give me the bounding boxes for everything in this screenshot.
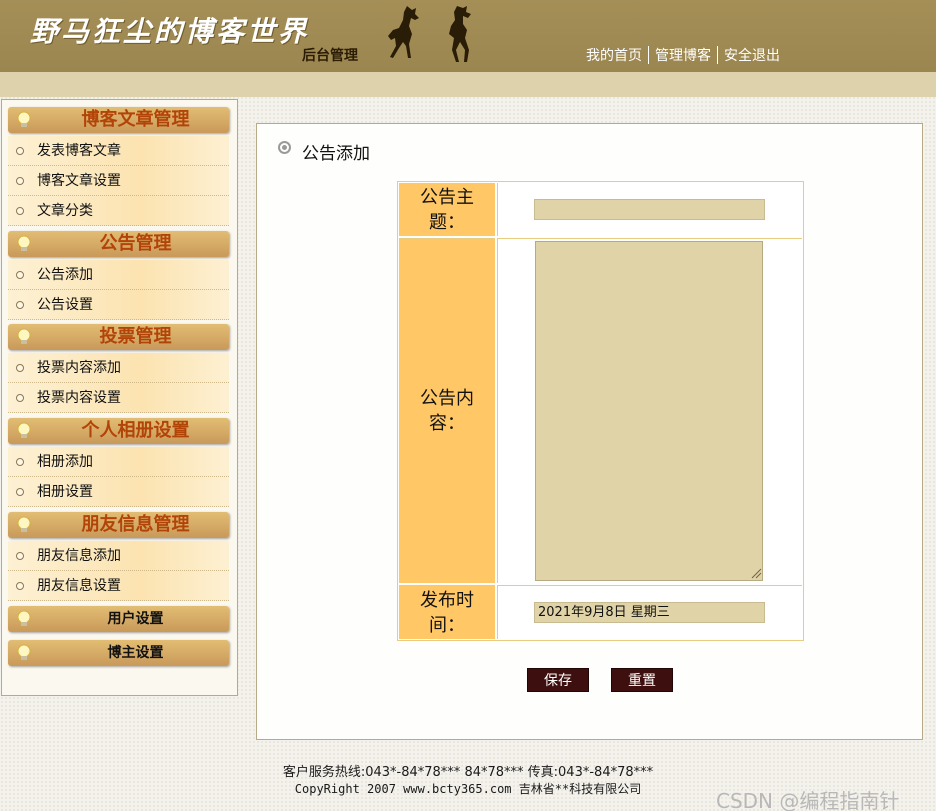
sidebar-item-label: 投票内容设置 bbox=[37, 390, 121, 406]
page-title: 公告添加 bbox=[302, 144, 370, 164]
horse-icon bbox=[388, 6, 419, 58]
nav-logout-link[interactable]: 安全退出 bbox=[718, 45, 786, 65]
lightbulb-icon bbox=[17, 644, 31, 660]
sidebar-item-announcement-settings[interactable]: 公告设置 bbox=[8, 290, 229, 320]
sidebar-item-article-settings[interactable]: 博客文章设置 bbox=[8, 166, 229, 196]
header-banner: 野马狂尘的博客世界 后台管理 我的首页 管理博客 安全退出 bbox=[0, 0, 936, 72]
gear-icon bbox=[278, 141, 291, 154]
lightbulb-icon bbox=[17, 422, 31, 438]
menu-header-label: 用户设置 bbox=[107, 611, 164, 627]
menu-header-label: 朋友信息管理 bbox=[81, 514, 190, 535]
sidebar-item-friend-settings[interactable]: 朋友信息设置 bbox=[8, 571, 229, 601]
bullet-icon bbox=[16, 394, 24, 402]
sidebar-item-vote-settings[interactable]: 投票内容设置 bbox=[8, 383, 229, 413]
sidebar-item-label: 发表博客文章 bbox=[37, 143, 121, 159]
reset-button[interactable]: 重置 bbox=[611, 668, 673, 692]
horse-icon bbox=[449, 6, 471, 62]
menu-header-label: 公告管理 bbox=[99, 233, 172, 254]
nav-manage-blog-link[interactable]: 管理博客 bbox=[649, 45, 717, 65]
menu-header-label: 投票管理 bbox=[99, 326, 172, 347]
sidebar-item-article-category[interactable]: 文章分类 bbox=[8, 196, 229, 226]
lightbulb-icon bbox=[17, 516, 31, 532]
sidebar-item-label: 公告设置 bbox=[37, 297, 93, 313]
content-label-text: 公告内容： bbox=[420, 388, 474, 434]
nav-home-link[interactable]: 我的首页 bbox=[580, 45, 648, 65]
bullet-icon bbox=[16, 177, 24, 185]
save-button[interactable]: 保存 bbox=[527, 668, 589, 692]
resize-grip-icon[interactable] bbox=[750, 567, 762, 579]
menu-header-friends[interactable]: 朋友信息管理 bbox=[8, 512, 229, 538]
lightbulb-icon bbox=[17, 235, 31, 251]
sidebar-item-label: 相册设置 bbox=[37, 484, 93, 500]
sidebar-item-friend-add[interactable]: 朋友信息添加 bbox=[8, 541, 229, 571]
menu-header-label: 个人相册设置 bbox=[81, 420, 190, 441]
bullet-icon bbox=[16, 271, 24, 279]
sidebar-item-label: 投票内容添加 bbox=[37, 360, 121, 376]
time-label-text: 发布时间： bbox=[420, 589, 474, 636]
menu-header-votes[interactable]: 投票管理 bbox=[8, 324, 229, 350]
content-label: 公告内容： bbox=[399, 238, 495, 583]
sidebar-item-announcement-add[interactable]: 公告添加 bbox=[8, 260, 229, 290]
menu-header-user-settings[interactable]: 用户设置 bbox=[8, 606, 229, 632]
lightbulb-icon bbox=[17, 111, 31, 127]
lightbulb-icon bbox=[17, 328, 31, 344]
bullet-icon bbox=[16, 364, 24, 372]
sidebar-item-vote-add[interactable]: 投票内容添加 bbox=[8, 353, 229, 383]
menu-header-announcements[interactable]: 公告管理 bbox=[8, 231, 229, 257]
subject-label-text: 公告主题： bbox=[420, 186, 474, 233]
menu-header-blogger-settings[interactable]: 博主设置 bbox=[8, 640, 229, 666]
sidebar-item-album-add[interactable]: 相册添加 bbox=[8, 447, 229, 477]
bullet-icon bbox=[16, 488, 24, 496]
menu-header-label: 博主设置 bbox=[107, 645, 164, 661]
subject-label: 公告主题： bbox=[399, 183, 495, 236]
sidebar-item-label: 相册添加 bbox=[37, 454, 93, 470]
bullet-icon bbox=[16, 582, 24, 590]
menu-header-albums[interactable]: 个人相册设置 bbox=[8, 418, 229, 444]
bullet-icon bbox=[16, 552, 24, 560]
lightbulb-icon bbox=[17, 610, 31, 626]
admin-subtitle: 后台管理 bbox=[302, 48, 358, 64]
sidebar-item-label: 博客文章设置 bbox=[37, 173, 121, 189]
bullet-icon bbox=[16, 147, 24, 155]
publish-time-input[interactable]: 2021年9月8日 星期三 bbox=[534, 602, 765, 623]
menu-header-label: 博客文章管理 bbox=[81, 109, 190, 130]
header-underbar bbox=[0, 72, 936, 97]
bullet-icon bbox=[16, 301, 24, 309]
sidebar-item-label: 文章分类 bbox=[37, 203, 93, 219]
bullet-icon bbox=[16, 207, 24, 215]
bullet-icon bbox=[16, 458, 24, 466]
sidebar-item-label: 公告添加 bbox=[37, 267, 93, 283]
sidebar-item-label: 朋友信息添加 bbox=[37, 548, 121, 564]
menu-header-blog-articles[interactable]: 博客文章管理 bbox=[8, 107, 229, 133]
csdn-watermark: CSDN @编程指南针 bbox=[716, 789, 900, 811]
site-logo-text: 野马狂尘的博客世界 bbox=[30, 15, 310, 48]
sidebar-item-album-settings[interactable]: 相册设置 bbox=[8, 477, 229, 507]
footer-hotline: 客户服务热线:043*-84*78*** 84*78*** 传真:043*-84… bbox=[282, 765, 654, 780]
time-label: 发布时间： bbox=[399, 585, 495, 639]
sidebar-item-label: 朋友信息设置 bbox=[37, 578, 121, 594]
subject-input[interactable] bbox=[534, 199, 765, 220]
content-textarea[interactable] bbox=[535, 241, 763, 581]
top-navigation: 我的首页 管理博客 安全退出 bbox=[580, 44, 786, 66]
sidebar-item-post-article[interactable]: 发表博客文章 bbox=[8, 136, 229, 166]
